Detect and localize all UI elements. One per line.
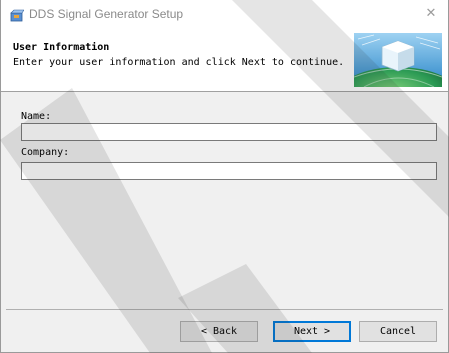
page-title: User Information — [13, 42, 110, 53]
next-button[interactable]: Next > — [273, 321, 351, 342]
page-subtitle: Enter your user information and click Ne… — [13, 57, 345, 68]
back-button[interactable]: < Back — [180, 321, 258, 342]
setup-window: DDS Signal Generator Setup ✕ User Inform… — [0, 0, 449, 353]
wizard-header: User Information Enter your user informa… — [1, 30, 448, 92]
window-title: DDS Signal Generator Setup — [29, 7, 184, 21]
name-label: Name: — [21, 111, 52, 122]
footer-divider — [6, 309, 443, 310]
close-button[interactable]: ✕ — [422, 5, 440, 23]
setup-box-icon — [10, 9, 24, 22]
name-field[interactable] — [21, 123, 437, 141]
close-icon: ✕ — [425, 6, 437, 21]
cancel-button[interactable]: Cancel — [359, 321, 437, 342]
title-bar: DDS Signal Generator Setup ✕ — [1, 0, 448, 30]
company-field[interactable] — [21, 162, 437, 180]
globe-cube-graphic — [354, 33, 442, 87]
company-label: Company: — [21, 147, 70, 158]
